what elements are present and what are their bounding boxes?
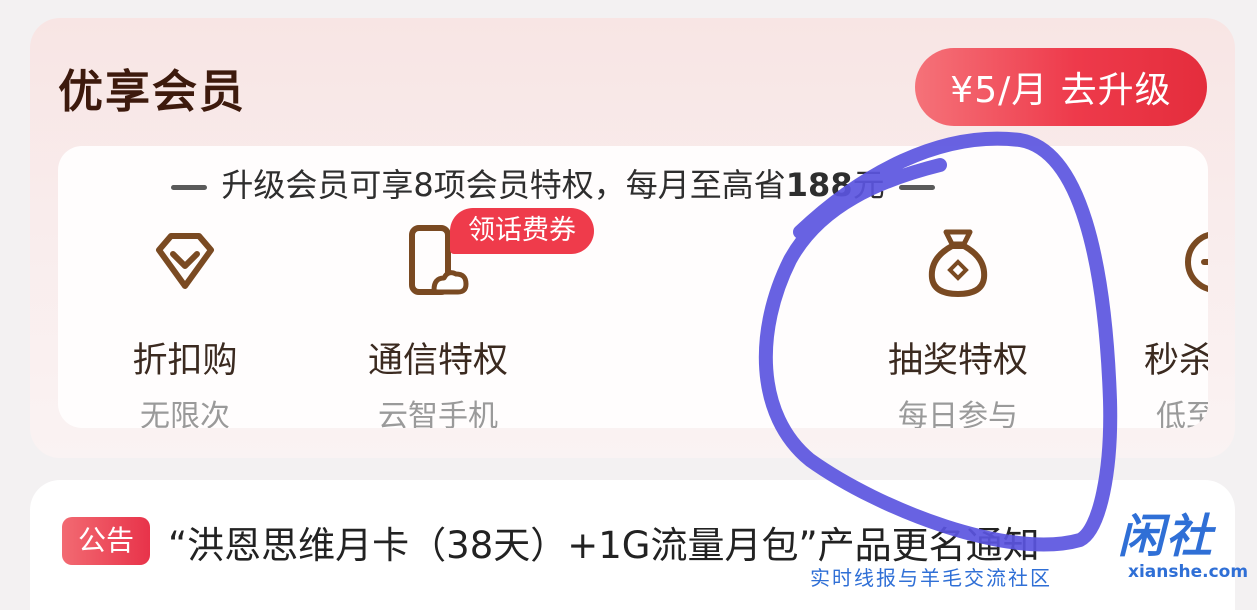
lucky-bag-icon <box>928 229 988 297</box>
benefit-sub: 云智手机 <box>378 399 498 428</box>
benefit-header-amount: 188 <box>785 166 853 204</box>
benefit-label: 秒杀 <box>1144 341 1208 381</box>
benefit-header-text: 升级会员可享8项会员特权，每月至高省 <box>221 166 786 204</box>
benefit-panel: 升级会员可享8项会员特权，每月至高省188元 折扣购 无限次 通信特权 云智手机… <box>58 146 1208 428</box>
watermark-logo: 闲社 <box>1118 509 1214 563</box>
benefit-label: 通信特权 <box>367 341 508 381</box>
header-dash-left <box>171 184 208 190</box>
benefit-header-unit: 元 <box>852 166 885 204</box>
watermark-url: xianshe.com <box>1128 562 1249 582</box>
diamond-icon <box>156 233 214 289</box>
watermark: 闲社 xianshe.com <box>1118 500 1252 582</box>
header-dash-right <box>898 184 935 190</box>
benefit-label: 抽奖特权 <box>887 341 1028 381</box>
coupon-tag: 领话费券 <box>450 208 594 254</box>
member-title: 优享会员 <box>58 65 247 118</box>
benefit-discount[interactable]: 折扣购 无限次 <box>85 224 285 428</box>
clock-icon <box>1185 232 1208 292</box>
benefit-telecom[interactable]: 通信特权 云智手机 <box>338 224 538 428</box>
notice-badge: 公告 <box>62 517 150 565</box>
watermark-caption: 实时线报与羊毛交流社区 <box>810 566 1052 590</box>
benefit-sub: 无限次 <box>140 399 230 428</box>
upgrade-button[interactable]: ¥5/月 去升级 <box>915 48 1207 126</box>
benefit-lottery[interactable]: 抽奖特权 每日参与 <box>858 224 1058 428</box>
notice-text[interactable]: “洪恩思维月卡（38天）+1G流量月包”产品更名通知 <box>168 515 1248 569</box>
benefit-sub: 低至 <box>1156 399 1208 428</box>
benefit-label: 折扣购 <box>132 341 238 381</box>
benefit-header: 升级会员可享8项会员特权，每月至高省188元 <box>58 160 1048 206</box>
benefit-sub: 每日参与 <box>898 399 1018 428</box>
benefit-flash-sale[interactable]: 秒杀 低至 <box>1138 224 1208 428</box>
